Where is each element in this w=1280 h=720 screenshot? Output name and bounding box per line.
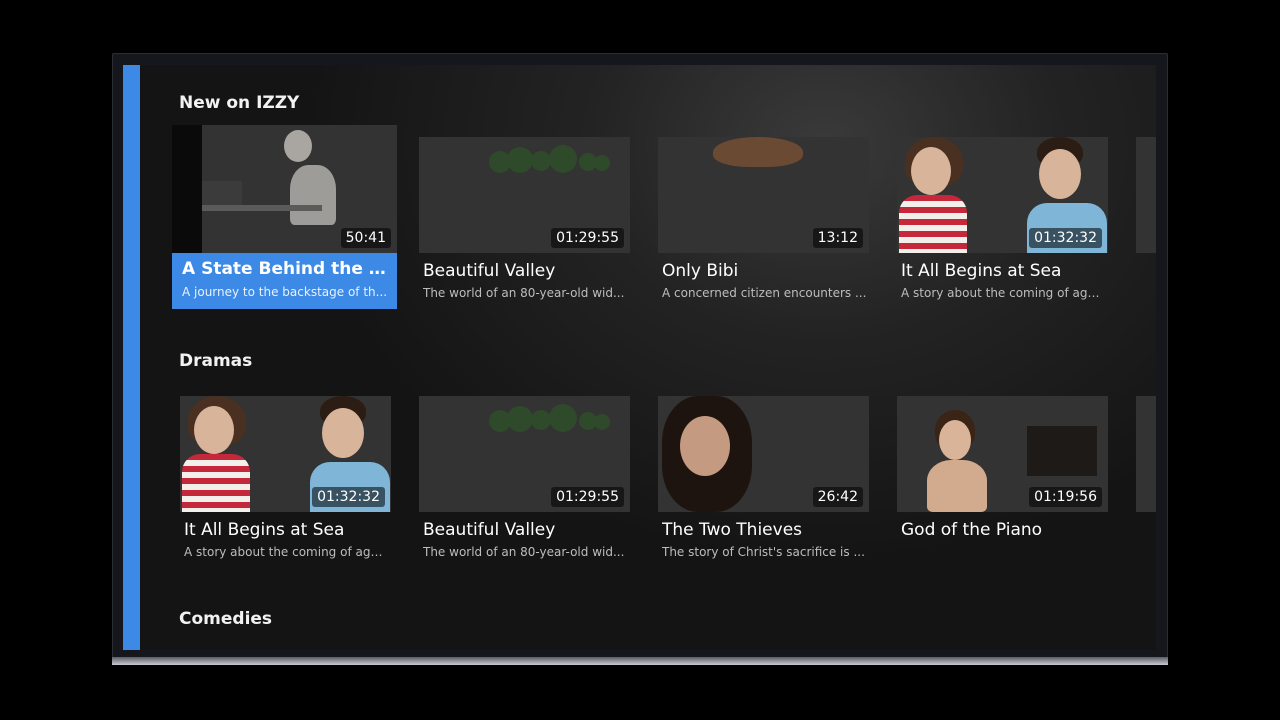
thumbnail [1136,137,1156,253]
card-title: It All Begins at Sea [184,520,345,540]
row-title-dramas: Dramas [179,351,253,371]
media-card[interactable]: 01:19:56 God of the Piano [897,396,1108,540]
media-card[interactable]: 26:42 The Two Thieves The story of Chris… [658,396,869,559]
media-card-partial[interactable]: Te Da [1136,396,1156,512]
thumbnail: 26:42 [658,396,869,512]
duration-label: 50:41 [340,228,391,248]
duration-label: 01:29:55 [551,228,624,248]
media-card-partial[interactable]: O 32 [1136,137,1156,253]
card-title: Only Bibi [662,261,739,281]
thumbnail: 01:29:55 [419,137,630,253]
tv-screen: New on IZZY 50:41 A State Behind the Sc.… [123,65,1156,650]
duration-label: 01:19:56 [1029,487,1102,507]
thumbnail: 01:29:55 [419,396,630,512]
thumbnail: 50:41 [172,125,397,253]
thumbnail [1136,396,1156,512]
card-description: The story of Christ's sacrifice is ... [662,545,865,559]
card-description: A journey to the backstage of th... [182,285,388,299]
media-card[interactable]: 01:29:55 Beautiful Valley The world of a… [419,396,630,559]
card-description: A story about the coming of age ... [184,545,389,559]
card-title: God of the Piano [901,520,1043,540]
media-card[interactable]: 01:29:55 Beautiful Valley The world of a… [419,137,630,300]
navigation-focus-bar[interactable] [123,65,140,650]
thumbnail: 01:32:32 [180,396,391,512]
duration-label: 01:32:32 [1029,228,1102,248]
duration-label: 26:42 [812,487,863,507]
card-info-highlight: A State Behind the Sc... A journey to th… [172,253,397,309]
duration-label: 01:29:55 [551,487,624,507]
duration-label: 13:12 [812,228,863,248]
row-title-comedies: Comedies [179,609,273,629]
card-title: It All Begins at Sea [901,261,1062,281]
tv-bottom-strip [112,657,1168,665]
card-description: The world of an 80-year-old wid... [423,286,625,300]
thumbnail: 01:32:32 [897,137,1108,253]
card-description: The world of an 80-year-old wid... [423,545,625,559]
duration-label: 01:32:32 [312,487,385,507]
card-title: Beautiful Valley [423,520,556,540]
card-title: Beautiful Valley [423,261,556,281]
media-card[interactable]: 50:41 A State Behind the Sc... A journey… [172,125,397,309]
media-card[interactable]: 01:32:32 It All Begins at Sea A story ab… [897,137,1108,300]
card-description: A concerned citizen encounters ... [662,286,867,300]
media-card[interactable]: 13:12 Only Bibi A concerned citizen enco… [658,137,869,300]
card-title: A State Behind the Sc... [182,259,389,279]
card-title: The Two Thieves [662,520,803,540]
row-title-new: New on IZZY [179,93,300,113]
card-description: A story about the coming of age ... [901,286,1106,300]
thumbnail: 01:19:56 [897,396,1108,512]
media-card[interactable]: 01:32:32 It All Begins at Sea A story ab… [180,396,391,559]
thumbnail: 13:12 [658,137,869,253]
